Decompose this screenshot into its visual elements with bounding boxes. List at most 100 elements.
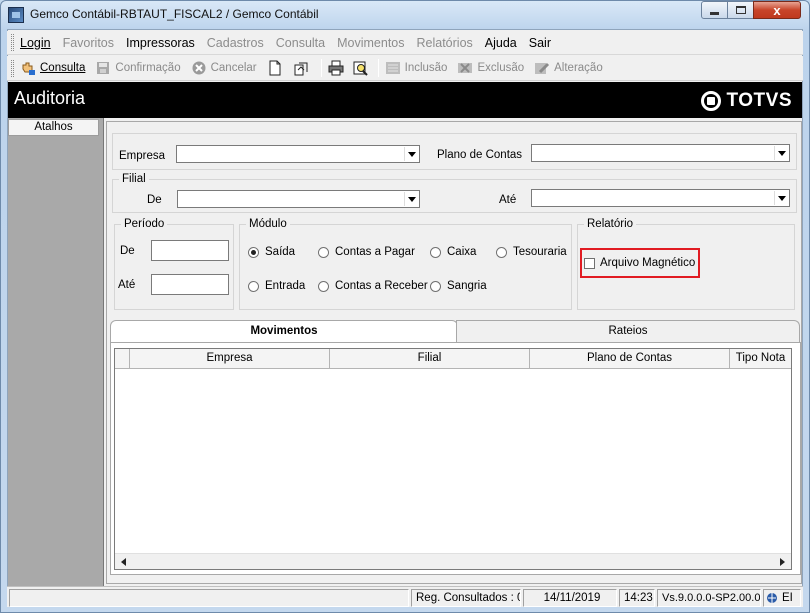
exclusao-label: Exclusão bbox=[477, 62, 525, 74]
radio-contas-receber-label: Contas a Receber bbox=[335, 280, 428, 292]
radio-tesouraria-label: Tesouraria bbox=[513, 246, 567, 258]
modulo-legend: Módulo bbox=[249, 218, 287, 230]
grid-col-tipo-nota[interactable]: Tipo Nota bbox=[730, 349, 791, 368]
toolbar: Consulta Confirmação Cancelar Inclusão E… bbox=[7, 56, 803, 81]
title-bar[interactable]: Gemco Contábil-RBTAUT_FISCAL2 / Gemco Co… bbox=[0, 0, 810, 29]
alteracao-button[interactable]: Alteração bbox=[534, 60, 603, 76]
radio-saida[interactable]: Saída bbox=[248, 246, 295, 258]
radio-caixa-label: Caixa bbox=[447, 246, 477, 258]
radio-sangria[interactable]: Sangria bbox=[430, 280, 487, 292]
status-date: 14/11/2019 bbox=[523, 589, 617, 607]
empresa-label: Empresa bbox=[119, 150, 166, 162]
data-grid[interactable] bbox=[114, 348, 792, 570]
grid-col-plano-contas[interactable]: Plano de Contas bbox=[530, 349, 730, 368]
maximize-icon bbox=[735, 6, 746, 14]
chevron-down-icon[interactable] bbox=[774, 146, 788, 160]
menu-login[interactable]: Login bbox=[20, 36, 51, 50]
status-version: Vs.9.0.0.0-SP2.00.0 bbox=[657, 589, 761, 607]
radio-sangria-dot[interactable] bbox=[430, 280, 441, 292]
radio-entrada-label: Entrada bbox=[265, 280, 306, 292]
radio-contas-pagar-dot[interactable] bbox=[318, 246, 329, 258]
inclusao-button[interactable]: Inclusão bbox=[385, 60, 448, 76]
radio-entrada[interactable]: Entrada bbox=[248, 280, 305, 292]
toolbar-separator bbox=[320, 59, 322, 77]
minimize-icon bbox=[710, 11, 719, 15]
horizontal-scrollbar[interactable] bbox=[115, 553, 791, 569]
print-button[interactable] bbox=[328, 60, 348, 76]
menu-cadastros[interactable]: Cadastros bbox=[207, 36, 264, 50]
confirmacao-button[interactable]: Confirmação bbox=[95, 60, 181, 76]
chevron-down-icon[interactable] bbox=[404, 192, 418, 206]
new-document-icon bbox=[267, 60, 283, 76]
status-time: 14:23 bbox=[619, 589, 655, 607]
status-reg-consultados: Reg. Consultados : 0 bbox=[411, 589, 521, 607]
scroll-right-icon[interactable] bbox=[775, 555, 789, 569]
totvs-brand-text: TOTVS bbox=[726, 90, 792, 111]
print-preview-button[interactable] bbox=[352, 60, 372, 76]
relatorio-legend: Relatório bbox=[587, 218, 634, 230]
empresa-select[interactable] bbox=[176, 145, 420, 163]
totvs-mark-icon bbox=[700, 91, 721, 111]
radio-contas-pagar[interactable]: Contas a Pagar bbox=[318, 246, 415, 258]
radio-tesouraria[interactable]: Tesouraria bbox=[496, 246, 567, 258]
menu-sair[interactable]: Sair bbox=[529, 36, 551, 50]
menu-favoritos[interactable]: Favoritos bbox=[63, 36, 114, 50]
close-button[interactable]: x bbox=[753, 1, 801, 19]
filial-de-label: De bbox=[147, 194, 162, 206]
radio-contas-receber[interactable]: Contas a Receber bbox=[318, 280, 428, 292]
menu-relatorios[interactable]: Relatórios bbox=[417, 36, 473, 50]
scroll-left-icon[interactable] bbox=[117, 555, 131, 569]
modulo-group: Módulo bbox=[239, 218, 572, 310]
radio-saida-label: Saída bbox=[265, 246, 296, 258]
exclusao-button[interactable]: Exclusão bbox=[457, 60, 524, 76]
network-icon bbox=[766, 592, 780, 604]
cancelar-button[interactable]: Cancelar bbox=[191, 60, 257, 76]
chevron-down-icon[interactable] bbox=[404, 147, 418, 161]
radio-contas-receber-dot[interactable] bbox=[318, 280, 329, 292]
highlight-box bbox=[580, 248, 700, 278]
menu-movimentos[interactable]: Movimentos bbox=[337, 36, 404, 50]
radio-entrada-dot[interactable] bbox=[248, 280, 259, 292]
consulta-label: Consulta bbox=[40, 62, 86, 74]
filial-ate-select[interactable] bbox=[531, 189, 790, 207]
grid-col-empresa[interactable]: Empresa bbox=[130, 349, 330, 368]
periodo-de-label: De bbox=[120, 245, 135, 257]
periodo-ate-input[interactable] bbox=[151, 274, 229, 295]
tab-rateios[interactable]: Rateios bbox=[456, 320, 800, 342]
filial-de-select[interactable] bbox=[177, 190, 420, 208]
consulta-button[interactable]: Consulta bbox=[20, 60, 85, 76]
status-mode-text: EI bbox=[782, 592, 793, 604]
inclusao-label: Inclusão bbox=[404, 62, 448, 74]
grid-row-selector-header bbox=[115, 349, 130, 368]
cancelar-label: Cancelar bbox=[210, 62, 257, 74]
periodo-de-input[interactable] bbox=[151, 240, 229, 261]
app-icon bbox=[8, 7, 24, 23]
menu-ajuda[interactable]: Ajuda bbox=[485, 36, 517, 50]
toolbar-grip bbox=[11, 59, 14, 77]
radio-caixa[interactable]: Caixa bbox=[430, 246, 476, 258]
radio-tesouraria-dot[interactable] bbox=[496, 246, 507, 258]
delete-record-icon bbox=[457, 60, 473, 76]
shortcuts-panel bbox=[8, 118, 104, 586]
plano-contas-select[interactable] bbox=[531, 144, 790, 162]
new-document-button[interactable] bbox=[267, 60, 287, 76]
menu-impressoras[interactable]: Impressoras bbox=[126, 36, 195, 50]
menu-consulta[interactable]: Consulta bbox=[276, 36, 325, 50]
radio-caixa-dot[interactable] bbox=[430, 246, 441, 258]
minimize-button[interactable] bbox=[701, 1, 728, 19]
menu-grip bbox=[11, 34, 14, 51]
edit-record-icon bbox=[534, 60, 550, 76]
radio-saida-dot[interactable] bbox=[248, 246, 259, 258]
export-button[interactable] bbox=[293, 60, 313, 76]
periodo-ate-label: Até bbox=[118, 279, 136, 291]
cancel-icon bbox=[191, 60, 207, 76]
radio-contas-pagar-label: Contas a Pagar bbox=[335, 246, 415, 258]
maximize-button[interactable] bbox=[727, 1, 754, 19]
atalhos-button[interactable]: Atalhos bbox=[8, 119, 99, 136]
menu-bar: Login Favoritos Impressoras Cadastros Co… bbox=[7, 31, 803, 55]
status-bar: Reg. Consultados : 0 14/11/2019 14:23 Vs… bbox=[7, 586, 803, 607]
chevron-down-icon[interactable] bbox=[774, 191, 788, 205]
grid-col-filial[interactable]: Filial bbox=[330, 349, 530, 368]
tab-movimentos[interactable]: Movimentos bbox=[110, 320, 458, 342]
periodo-group: Período bbox=[114, 218, 234, 310]
